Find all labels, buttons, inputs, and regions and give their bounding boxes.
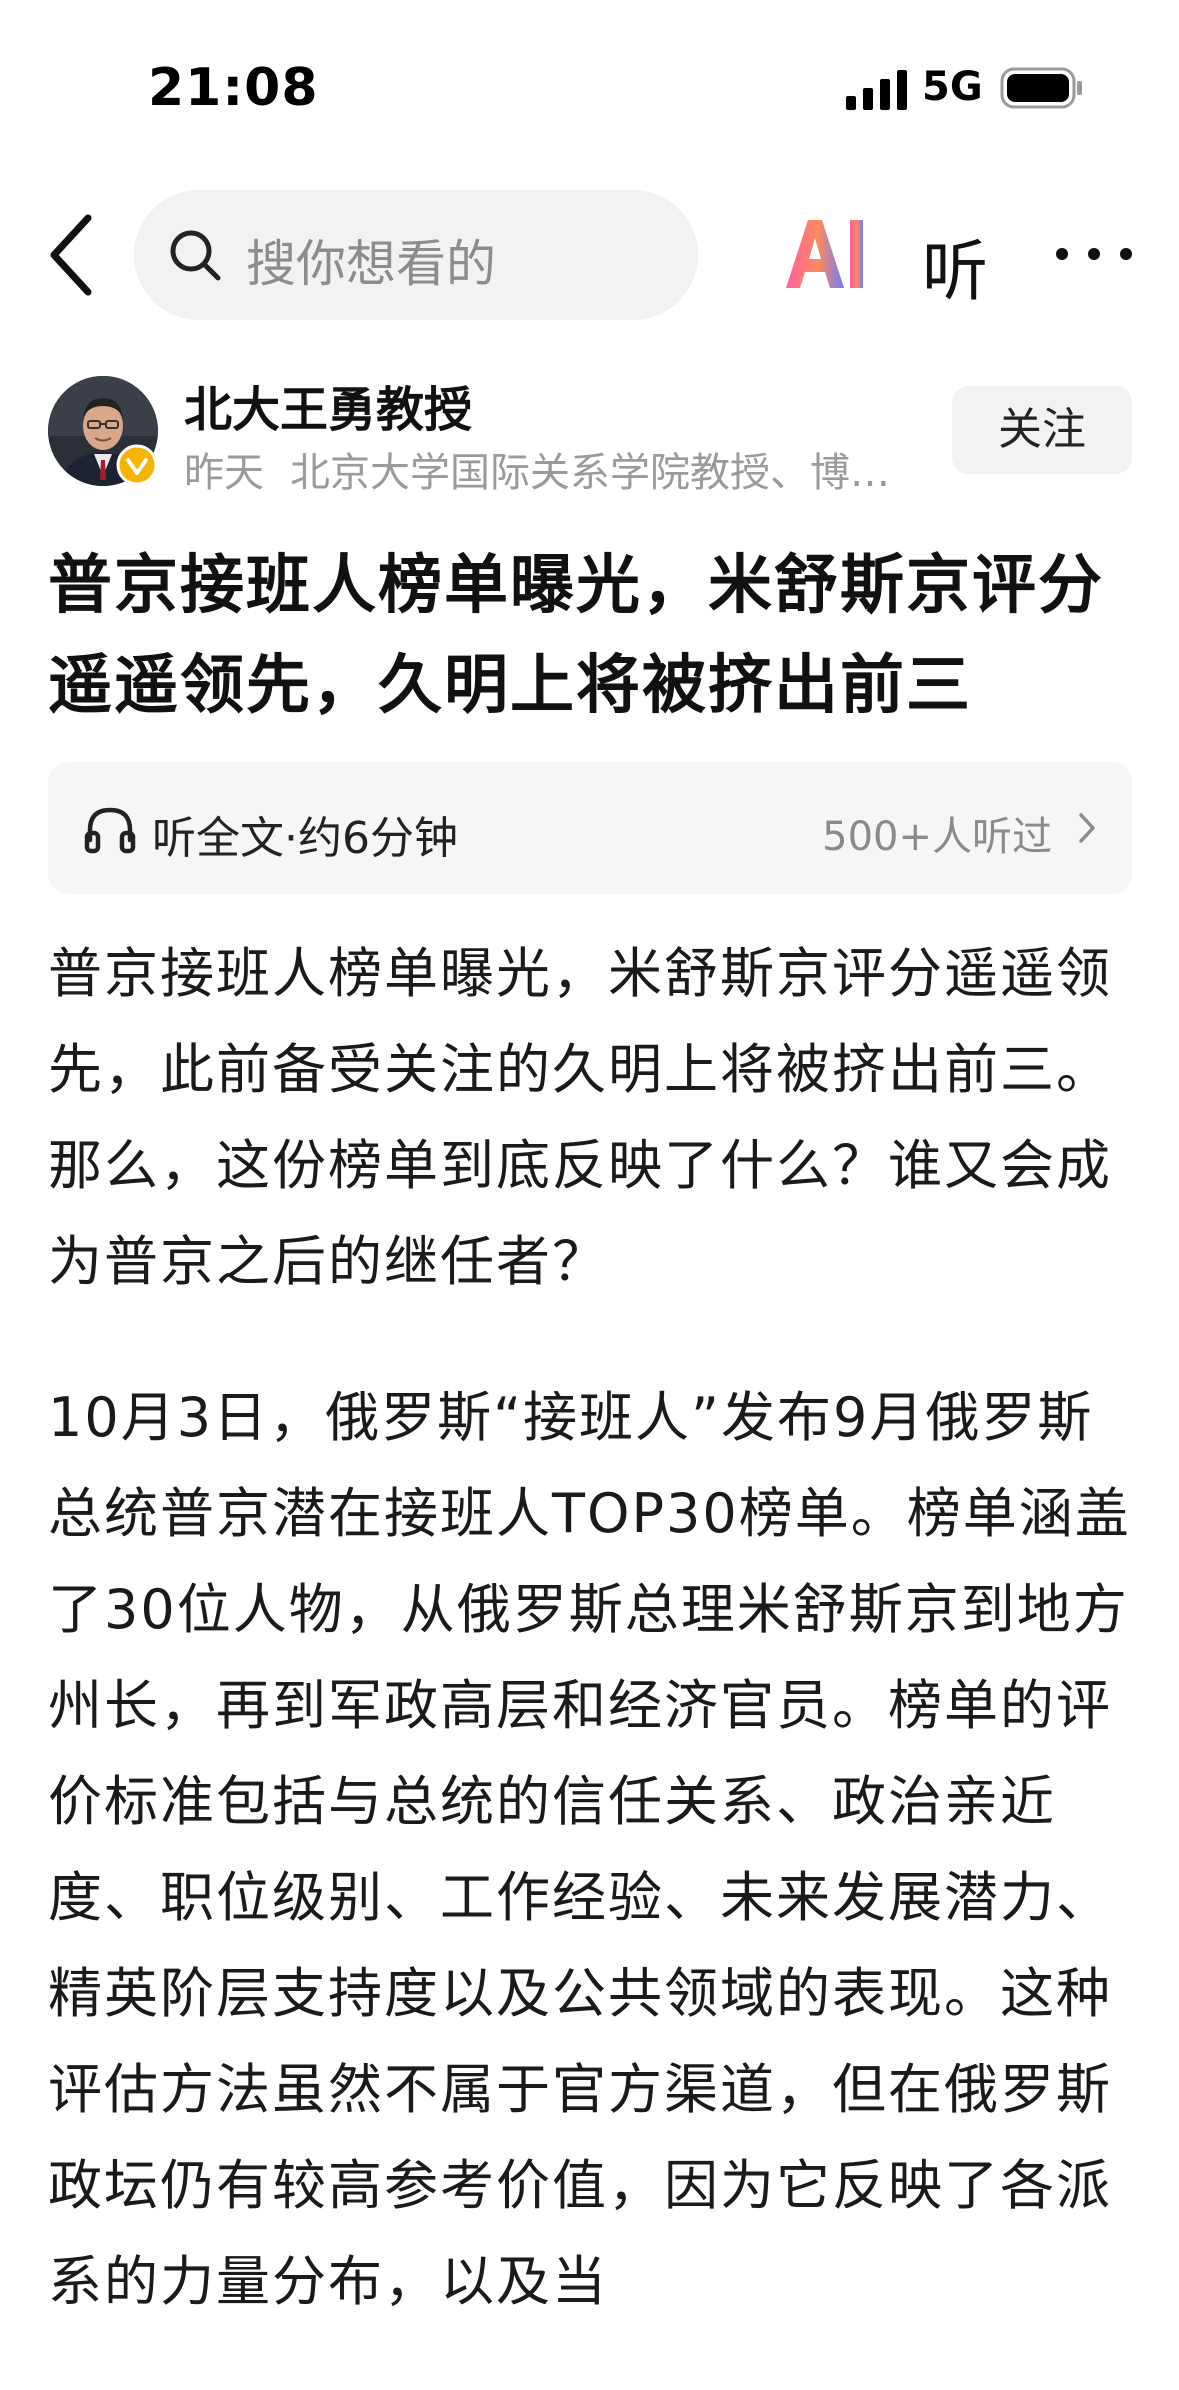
listen-full-text-bar[interactable]: 听全文·约6分钟 500+人听过 xyxy=(48,762,1132,894)
article-title: 普京接班人榜单曝光，米舒斯京评分遥遥领先，久明上将被挤出前三 xyxy=(48,549,1104,723)
status-bar: 21:08 5G xyxy=(0,0,1179,175)
listen-full-label: 听全文·约6分钟 xyxy=(152,813,458,864)
author-meta: 昨天 北京大学国际关系学院教授、博… xyxy=(184,440,914,498)
signal-icon xyxy=(846,70,907,110)
search-placeholder: 搜你想看的 xyxy=(246,235,496,293)
follow-button[interactable]: 关注 xyxy=(952,386,1132,474)
ai-icon[interactable] xyxy=(782,216,868,292)
post-time: 昨天 xyxy=(184,450,264,496)
article-body: 普京接班人榜单曝光，米舒斯京评分遥遥领先，此前备受关注的久明上将被挤出前三。那么… xyxy=(48,926,1138,2390)
listen-count: 500+人听过 xyxy=(822,814,1052,860)
author-description: 北京大学国际关系学院教授、博… xyxy=(290,450,890,496)
headphone-icon xyxy=(84,807,136,854)
more-dots-icon[interactable] xyxy=(1052,236,1136,272)
battery-icon xyxy=(1000,67,1082,109)
search-icon xyxy=(170,230,221,281)
status-time: 21:08 xyxy=(148,58,319,118)
verified-badge-icon xyxy=(116,444,158,486)
avatar[interactable] xyxy=(48,376,158,486)
article-paragraph: 10月3日，俄罗斯“接班人”发布9月俄罗斯总统普京潜在接班人TOP30榜单。榜单… xyxy=(48,1386,1131,2313)
search-input[interactable]: 搜你想看的 xyxy=(134,190,698,320)
chevron-right-icon xyxy=(1079,813,1095,843)
network-label: 5G xyxy=(922,64,983,110)
author-name[interactable]: 北大王勇教授 xyxy=(184,370,472,440)
listen-button[interactable]: 听 xyxy=(922,218,988,314)
article-paragraph: 普京接班人榜单曝光，米舒斯京评分遥遥领先，此前备受关注的久明上将被挤出前三。那么… xyxy=(48,942,1112,1293)
back-chevron-icon[interactable] xyxy=(44,212,104,298)
